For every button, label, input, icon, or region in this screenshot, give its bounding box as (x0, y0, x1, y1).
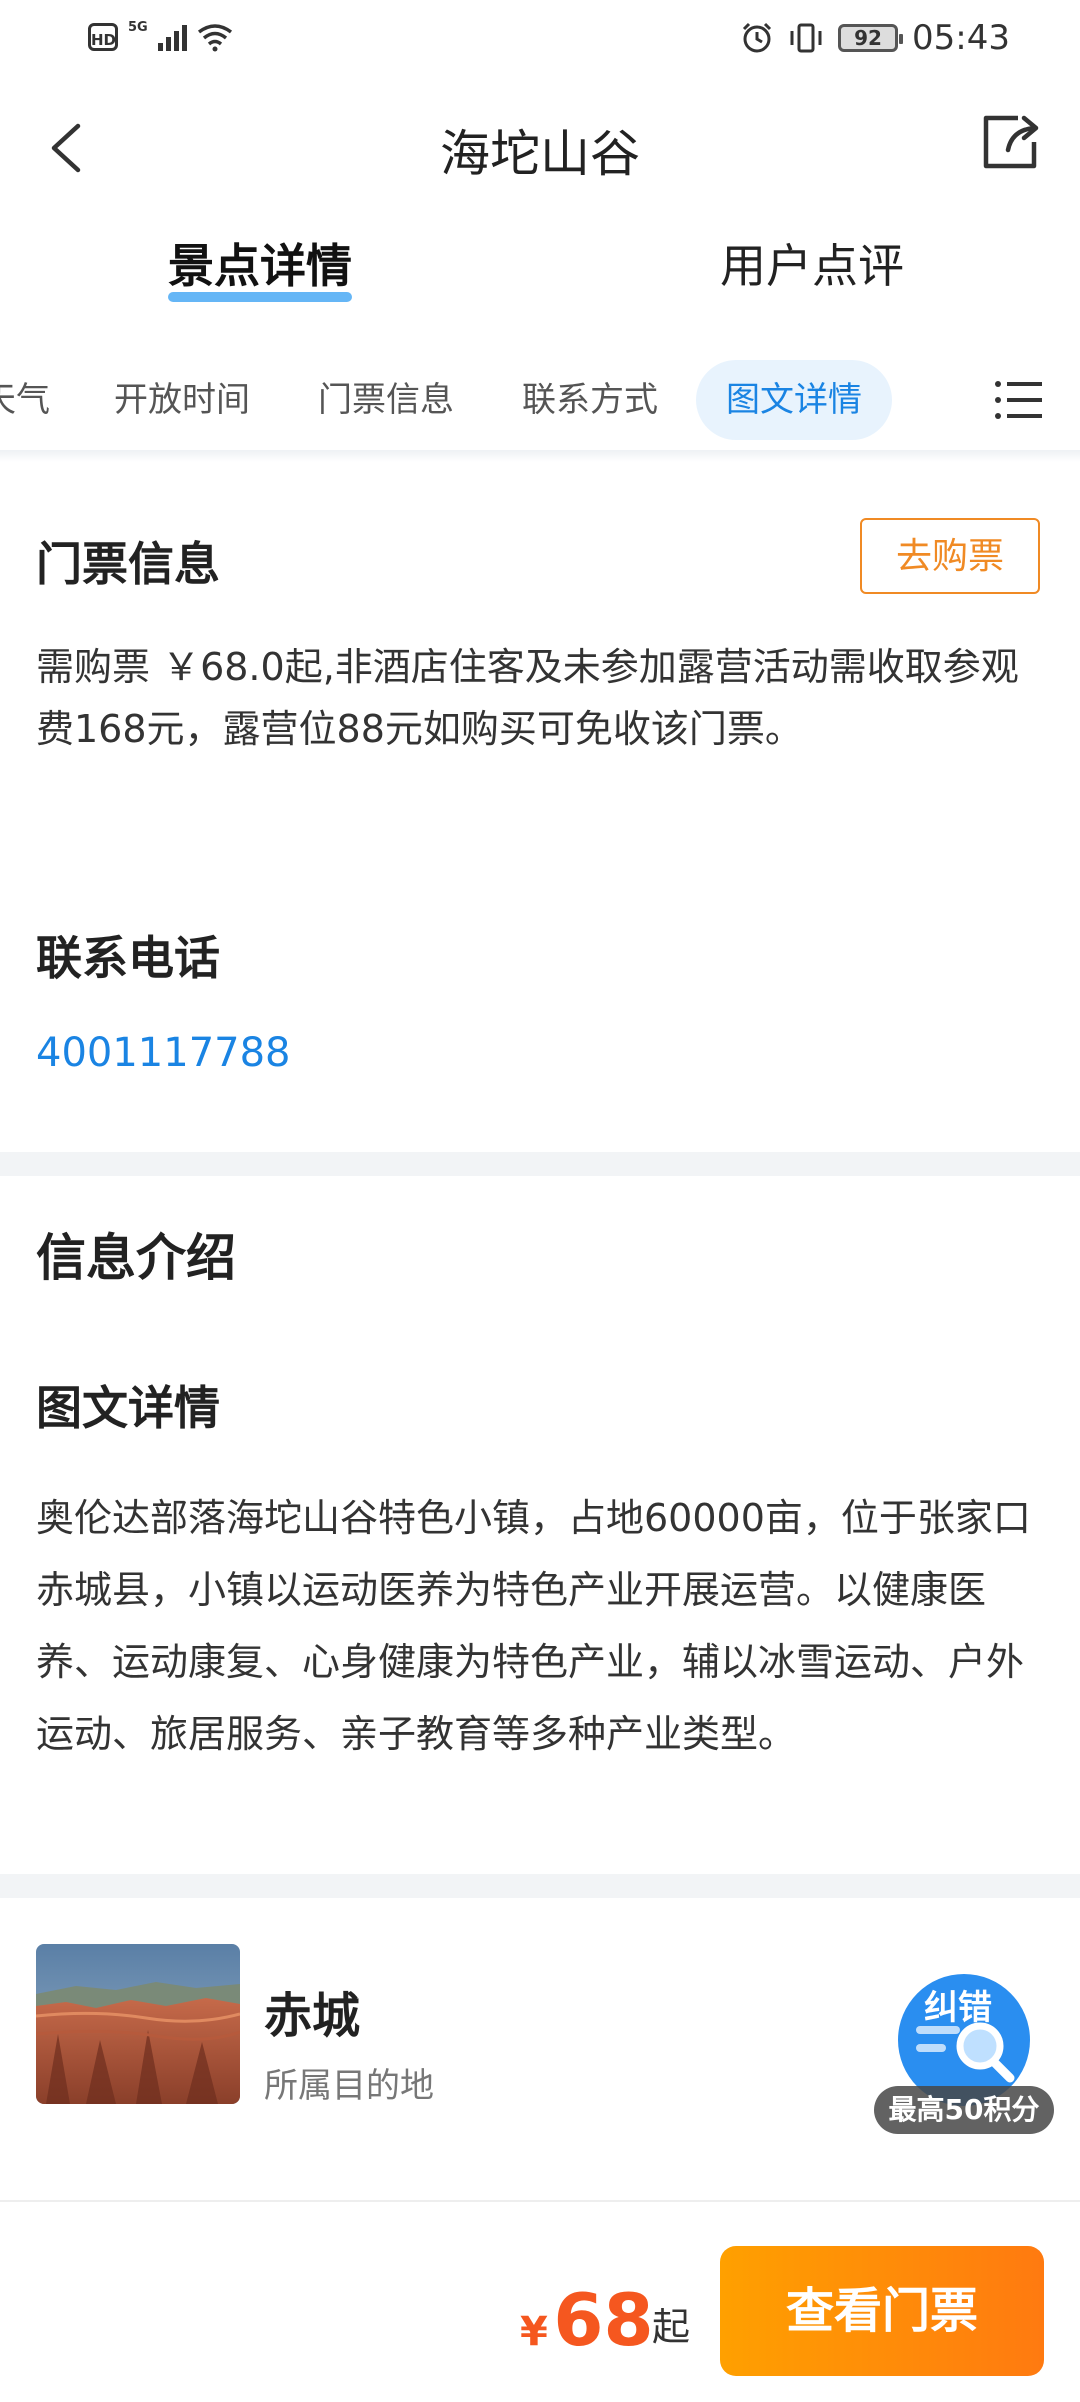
destination-name: 赤城 (264, 1988, 361, 2044)
status-right: 92 05:43 (740, 18, 1010, 58)
main-tabs: 景点详情 用户点评 (0, 230, 1080, 320)
battery-icon: 92 (838, 24, 904, 52)
tabs-shadow (0, 450, 1080, 462)
share-icon[interactable] (978, 110, 1042, 174)
subtab-weather[interactable]: 天气 (0, 360, 50, 440)
tab-label: 景点详情 (168, 239, 352, 293)
price-suffix: 起 (652, 2305, 691, 2349)
vibrate-icon (790, 23, 822, 53)
subtab-opening-hours[interactable]: 开放时间 (114, 360, 250, 440)
signal-icon (157, 23, 187, 51)
menu-list-icon[interactable] (994, 378, 1042, 422)
ticket-description: 需购票 ￥68.0起,非酒店住客及未参加露营活动需收取参观费168元，露营位88… (36, 645, 1019, 751)
active-tab-indicator (168, 292, 352, 302)
network-type: 5G (128, 19, 148, 35)
bottom-bar: ¥ 68 起 查看门票 (0, 2200, 1080, 2402)
status-bar: HD 5G 92 05:43 (0, 0, 1080, 80)
subtab-detail[interactable]: 图文详情 (696, 360, 892, 440)
detail-heading: 图文详情 (36, 1381, 220, 1435)
section-tabs: 天气 开放时间 门票信息 联系方式 图文详情 (0, 360, 1080, 440)
destination-image[interactable] (36, 1944, 240, 2104)
destination-subtitle: 所属目的地 (264, 2066, 434, 2106)
status-left: HD 5G (88, 19, 233, 52)
currency-symbol: ¥ (520, 2309, 548, 2355)
price-value: 68 (553, 2278, 654, 2362)
info-heading: 信息介绍 (36, 1229, 236, 1287)
tab-user-reviews[interactable]: 用户点评 (720, 230, 904, 296)
report-points-badge: 最高50积分 (874, 2086, 1054, 2134)
info-description: 奥伦达部落海坨山谷特色小镇，占地60000亩，位于张家口赤城县，小镇以运动医养为… (36, 1496, 1031, 1756)
contact-heading: 联系电话 (36, 931, 220, 985)
magnifier-icon (916, 2022, 1015, 2083)
page-title: 海坨山谷 (440, 125, 640, 183)
section-divider (0, 1874, 1080, 1898)
tab-scenic-details[interactable]: 景点详情 (168, 230, 352, 302)
report-error-button[interactable]: 纠错 最高50积分 (874, 1960, 1054, 2140)
ticket-heading: 门票信息 (36, 537, 220, 591)
nav-bar: 海坨山谷 (0, 80, 1080, 210)
phone-link[interactable]: 4001117788 (36, 1030, 291, 1076)
price: ¥ 68 (520, 2278, 654, 2362)
subtab-contact[interactable]: 联系方式 (522, 360, 658, 440)
wifi-icon (197, 24, 232, 52)
canyon-photo (36, 1944, 240, 2104)
section-divider (0, 1152, 1080, 1176)
tab-label: 用户点评 (720, 239, 904, 293)
alarm-icon (742, 22, 772, 53)
view-tickets-button[interactable]: 查看门票 (720, 2246, 1044, 2376)
subtab-ticket-info[interactable]: 门票信息 (318, 360, 454, 440)
hd-icon: HD (88, 23, 118, 51)
buy-ticket-button[interactable]: 去购票 (860, 518, 1040, 594)
clock: 05:43 (912, 18, 1010, 58)
